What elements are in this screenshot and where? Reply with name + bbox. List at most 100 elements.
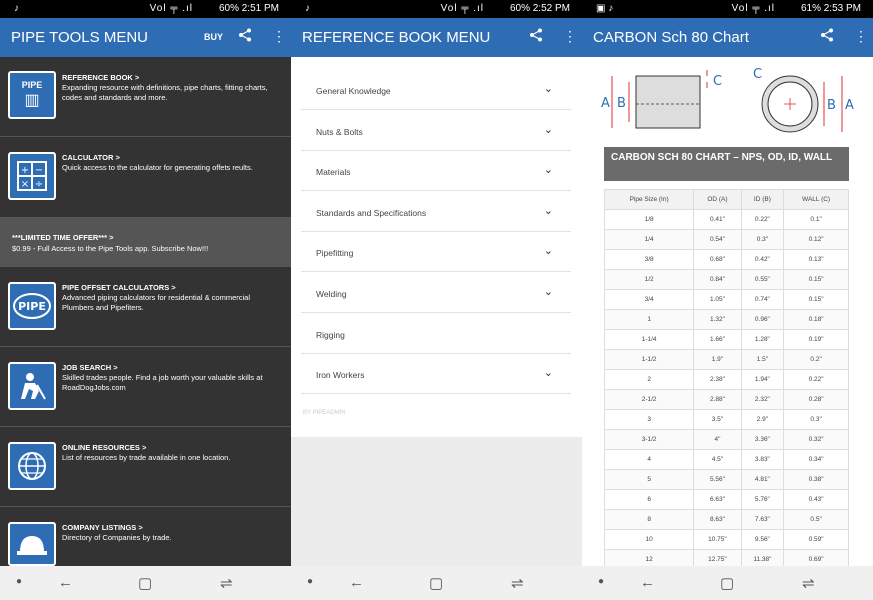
- accordion-item-label: Nuts & Bolts: [316, 126, 363, 137]
- table-cell: 3.5": [693, 409, 742, 430]
- menu-item-online-resources[interactable]: ONLINE RESOURCES > List of resources by …: [0, 427, 291, 507]
- chevron-down-icon[interactable]: ⌄: [544, 244, 553, 257]
- menu-item-desc: Expanding resource with definitions, pip…: [62, 83, 268, 102]
- recents-icon[interactable]: ⇌: [511, 574, 524, 592]
- share-icon[interactable]: [820, 28, 834, 45]
- svg-text:−: −: [35, 165, 43, 176]
- table-row: 1/8 0.41" 0.22" 0.1": [603, 209, 849, 230]
- home-icon[interactable]: ▢: [429, 574, 443, 592]
- accordion-item[interactable]: Standards and Specifications ⌄: [301, 191, 571, 232]
- menu-item-desc: Skilled trades people. Find a job worth …: [62, 373, 263, 392]
- buy-button[interactable]: BUY: [204, 32, 223, 42]
- menu-item-pipe-offset[interactable]: PIPE PIPE OFFSET CALCULATORS > Advanced …: [0, 267, 291, 347]
- menu-item-limited-offer[interactable]: ***LIMITED TIME OFFER*** > $0.99 - Full …: [0, 218, 291, 267]
- svg-text:B: B: [617, 96, 626, 111]
- menu-item-desc: Quick access to the calculator for gener…: [62, 163, 253, 172]
- accordion-item[interactable]: Rigging: [301, 313, 571, 354]
- table-cell: 2: [603, 369, 695, 390]
- accordion-item[interactable]: General Knowledge ⌄: [301, 70, 571, 110]
- table-cell: 0.74": [740, 289, 785, 310]
- system-nav-bar: ● ← ▢ ⇌: [582, 566, 873, 600]
- table-row: 3/8 0.68" 0.42" 0.13": [603, 249, 849, 270]
- table-cell: 4": [693, 429, 742, 450]
- main-menu: PIPE ▥ REFERENCE BOOK > Expanding resourc…: [0, 57, 291, 566]
- pipe-dimension-diagram: A B C C B A: [601, 67, 854, 133]
- menu-item-title: CALCULATOR >: [62, 153, 120, 162]
- recents-icon[interactable]: ⇌: [220, 574, 233, 592]
- overflow-menu-icon[interactable]: ⋮: [854, 28, 868, 45]
- menu-item-calculator[interactable]: + − × ÷ CALCULATOR > Quick access to the ca…: [0, 137, 291, 218]
- table-row: 8 8.63" 7.63" 0.5": [603, 509, 849, 530]
- home-icon[interactable]: ▢: [720, 574, 734, 592]
- menu-item-title: REFERENCE BOOK >: [62, 73, 140, 82]
- accordion-item-label: Pipefitting: [316, 248, 354, 259]
- status-bar: ▣ ♪ Vol ╤ .ıl 61% 2:53 PM: [582, 0, 873, 18]
- table-cell: 0.2": [783, 349, 849, 370]
- table-row: 1 1.32" 0.96" 0.18": [603, 309, 849, 330]
- table-cell: 0.12": [783, 229, 849, 250]
- accordion-item-label: General Knowledge: [316, 86, 391, 96]
- back-icon[interactable]: ←: [349, 574, 364, 591]
- chevron-down-icon[interactable]: ⌄: [544, 123, 553, 136]
- chevron-down-icon[interactable]: ⌄: [544, 366, 553, 379]
- system-nav-bar: ● ← ▢ ⇌: [0, 566, 291, 600]
- back-icon[interactable]: ←: [640, 574, 655, 591]
- carbon-sch80-screen: ▣ ♪ Vol ╤ .ıl 61% 2:53 PM CARBON Sch 80 …: [582, 0, 873, 600]
- home-icon[interactable]: ▢: [138, 574, 152, 592]
- svg-text:+: +: [21, 165, 29, 176]
- table-cell: 10: [603, 529, 695, 550]
- table-row: 1/2 0.84" 0.55" 0.15": [603, 269, 849, 290]
- status-left: ♪: [305, 3, 310, 14]
- table-header-cell: ID (B): [740, 189, 785, 210]
- table-row: 3 3.5" 2.9" 0.3": [603, 409, 849, 430]
- table-cell: 5: [603, 469, 695, 490]
- table-header-cell: WALL (C): [783, 189, 849, 210]
- recents-icon[interactable]: ⇌: [802, 574, 815, 592]
- table-cell: 0.59": [783, 529, 849, 550]
- accordion-item[interactable]: Nuts & Bolts ⌄: [301, 110, 571, 151]
- table-cell: 0.38": [783, 469, 849, 490]
- chevron-down-icon[interactable]: ⌄: [544, 82, 553, 95]
- menu-item-job-search[interactable]: JOB SEARCH > Skilled trades people. Find…: [0, 347, 291, 427]
- dot-icon[interactable]: ●: [16, 576, 22, 587]
- table-cell: 0.19": [783, 329, 849, 350]
- status-signal: Vol ╤ .ıl: [731, 3, 775, 14]
- table-cell: 0.22": [740, 209, 785, 230]
- table-cell: 1.28": [740, 329, 785, 350]
- chart-heading: CARBON SCH 80 CHART – NPS, OD, ID, WALL: [604, 147, 849, 181]
- accordion-item-label: Rigging: [316, 329, 345, 340]
- table-cell: 0.34": [783, 449, 849, 470]
- overflow-menu-icon[interactable]: ⋮: [272, 28, 286, 45]
- accordion-item[interactable]: Pipefitting ⌄: [301, 232, 571, 273]
- share-icon[interactable]: [238, 28, 252, 45]
- dot-icon[interactable]: ●: [307, 576, 313, 587]
- overflow-menu-icon[interactable]: ⋮: [563, 28, 577, 45]
- svg-text:÷: ÷: [35, 179, 43, 190]
- table-cell: 0.84": [693, 269, 742, 290]
- empty-area: [291, 437, 582, 566]
- menu-item-title: ONLINE RESOURCES >: [62, 443, 147, 452]
- book-icon: PIPE ▥: [8, 71, 56, 119]
- share-icon[interactable]: [529, 28, 543, 45]
- accordion-item[interactable]: Iron Workers ⌄: [301, 354, 571, 395]
- chevron-down-icon[interactable]: ⌄: [544, 163, 553, 176]
- accordion-item[interactable]: Welding ⌄: [301, 273, 571, 313]
- menu-item-company-listings[interactable]: COMPANY LISTINGS > Directory of Companie…: [0, 507, 291, 566]
- menu-item-reference-book[interactable]: PIPE ▥ REFERENCE BOOK > Expanding resourc…: [0, 57, 291, 137]
- chevron-down-icon[interactable]: ⌄: [544, 285, 553, 298]
- accordion-item[interactable]: Materials ⌄: [301, 151, 571, 192]
- svg-text:C: C: [753, 67, 762, 82]
- table-cell: 0.3": [740, 229, 785, 250]
- table-cell: 5.56": [693, 469, 742, 490]
- svg-text:×: ×: [21, 179, 29, 190]
- byline: BY PIPEADMIN: [303, 410, 346, 416]
- back-icon[interactable]: ←: [58, 574, 73, 591]
- menu-item-desc: List of resources by trade available in …: [62, 453, 231, 462]
- menu-item-desc: Directory of Companies by trade.: [62, 533, 172, 542]
- menu-item-title: PIPE OFFSET CALCULATORS >: [62, 283, 176, 292]
- table-cell: 0.1": [783, 209, 849, 230]
- accordion-item-label: Standards and Specifications: [316, 207, 427, 218]
- svg-text:A: A: [601, 96, 610, 111]
- dot-icon[interactable]: ●: [598, 576, 604, 587]
- chevron-down-icon[interactable]: ⌄: [544, 204, 553, 217]
